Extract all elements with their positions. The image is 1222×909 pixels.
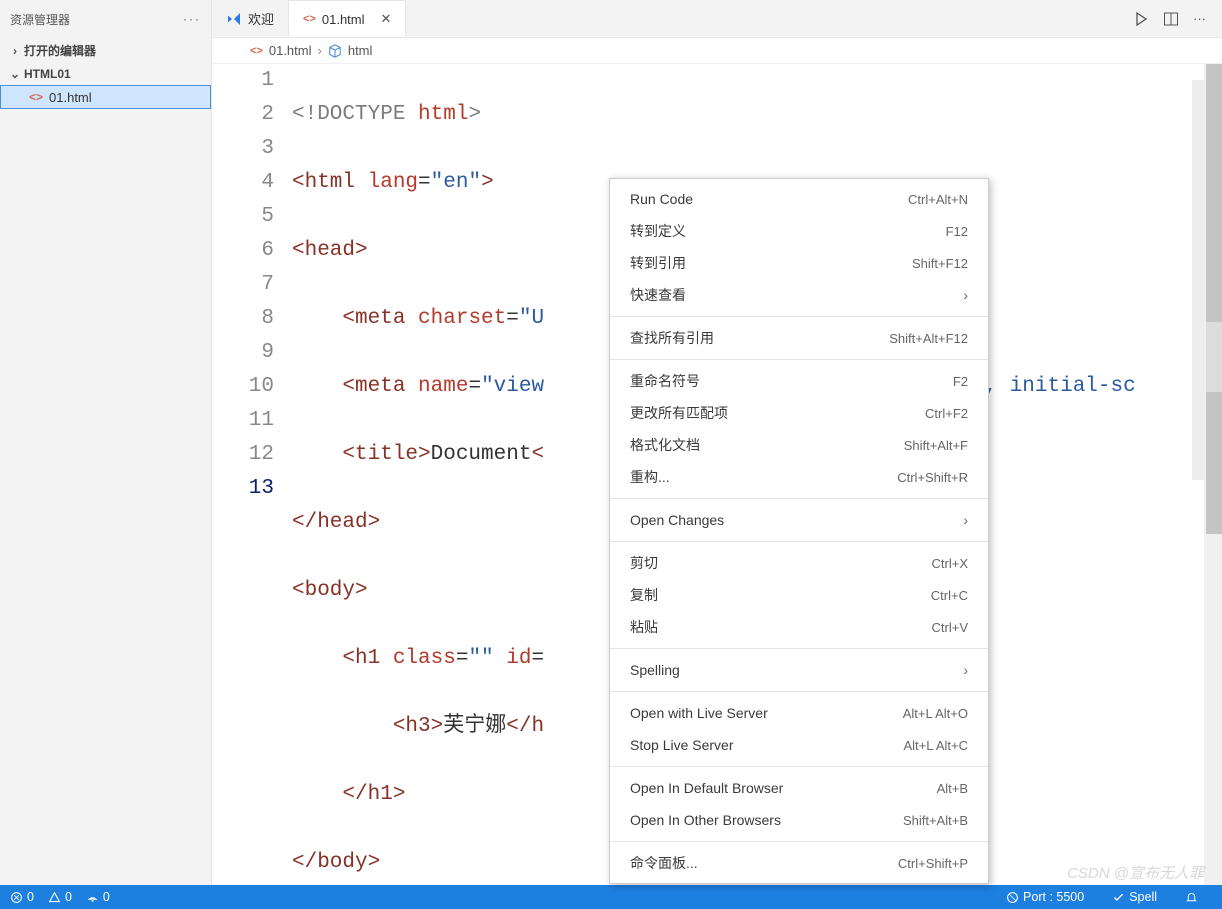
section-folder[interactable]: ⌄ HTML01	[0, 63, 211, 85]
vscode-icon	[226, 11, 242, 27]
cm-open-live-server[interactable]: Open with Live ServerAlt+L Alt+O	[610, 697, 988, 729]
folder-name-label: HTML01	[24, 67, 71, 81]
status-radio[interactable]: 0	[86, 890, 110, 904]
open-editors-label: 打开的编辑器	[24, 42, 96, 59]
explorer-title: 资源管理器	[10, 11, 70, 28]
status-bell-icon[interactable]	[1185, 890, 1198, 904]
watermark: CSDN @宣布无人罪	[1067, 862, 1204, 883]
tab-welcome[interactable]: 欢迎	[212, 0, 289, 37]
breadcrumb-file[interactable]: 01.html	[269, 43, 312, 58]
close-tab-button[interactable]: ✕	[381, 11, 392, 27]
chevron-down-icon: ⌄	[10, 67, 20, 81]
cm-rename-symbol[interactable]: 重命名符号F2	[610, 365, 988, 397]
cm-change-all[interactable]: 更改所有匹配项Ctrl+F2	[610, 397, 988, 429]
html-file-icon: <>	[250, 45, 263, 57]
explorer-header: 资源管理器 ···	[0, 0, 211, 38]
explorer-more-icon[interactable]: ···	[183, 12, 201, 26]
cm-spelling[interactable]: Spelling›	[610, 654, 988, 686]
file-item-01-html[interactable]: <> 01.html	[0, 85, 211, 109]
breadcrumb-separator: ›	[318, 43, 322, 58]
cm-find-all-refs[interactable]: 查找所有引用Shift+Alt+F12	[610, 322, 988, 354]
cm-copy[interactable]: 复制Ctrl+C	[610, 579, 988, 611]
more-actions-icon[interactable]: ···	[1193, 11, 1206, 26]
breadcrumb-symbol[interactable]: html	[348, 43, 373, 58]
cm-cut[interactable]: 剪切Ctrl+X	[610, 547, 988, 579]
breadcrumbs[interactable]: <> 01.html › html	[212, 38, 1222, 64]
scrollbar-thumb[interactable]	[1206, 64, 1222, 534]
status-port[interactable]: Port : 5500	[1006, 890, 1084, 904]
split-editor-icon[interactable]	[1163, 11, 1179, 27]
cm-paste[interactable]: 粘贴Ctrl+V	[610, 611, 988, 643]
context-menu: Run CodeCtrl+Alt+N 转到定义F12 转到引用Shift+F12…	[609, 178, 989, 884]
section-open-editors[interactable]: › 打开的编辑器	[0, 38, 211, 63]
cm-command-palette[interactable]: 命令面板...Ctrl+Shift+P	[610, 847, 988, 879]
cm-goto-definition[interactable]: 转到定义F12	[610, 215, 988, 247]
chevron-right-icon: ›	[963, 512, 968, 528]
file-name-label: 01.html	[49, 90, 92, 105]
scrollbar[interactable]	[1204, 64, 1222, 885]
run-icon[interactable]	[1133, 11, 1149, 27]
cm-format-document[interactable]: 格式化文档Shift+Alt+F	[610, 429, 988, 461]
cm-peek[interactable]: 快速查看›	[610, 279, 988, 311]
scrollbar-track-mark	[1206, 322, 1222, 392]
symbol-icon	[328, 44, 342, 58]
html-file-icon: <>	[29, 90, 43, 104]
line-numbers: 1 2 3 4 5 6 7 8 9 10 11 12 13	[212, 64, 292, 885]
minimap[interactable]	[1192, 80, 1204, 480]
html-file-icon: <>	[303, 13, 316, 25]
tab-01-html-label: 01.html	[322, 12, 365, 27]
cm-open-default-browser[interactable]: Open In Default BrowserAlt+B	[610, 772, 988, 804]
tab-welcome-label: 欢迎	[248, 9, 274, 28]
chevron-right-icon: ›	[963, 287, 968, 303]
chevron-right-icon: ›	[10, 44, 20, 58]
status-spell[interactable]: Spell	[1112, 890, 1157, 904]
cm-goto-reference[interactable]: 转到引用Shift+F12	[610, 247, 988, 279]
cm-open-changes[interactable]: Open Changes›	[610, 504, 988, 536]
tab-01-html[interactable]: <> 01.html ✕	[289, 0, 406, 37]
cm-stop-live-server[interactable]: Stop Live ServerAlt+L Alt+C	[610, 729, 988, 761]
status-warnings[interactable]: 0	[48, 890, 72, 904]
cm-run-code[interactable]: Run CodeCtrl+Alt+N	[610, 183, 988, 215]
sidebar: 资源管理器 ··· › 打开的编辑器 ⌄ HTML01 <> 01.html	[0, 0, 212, 885]
cm-open-other-browsers[interactable]: Open In Other BrowsersShift+Alt+B	[610, 804, 988, 836]
cm-refactor[interactable]: 重构...Ctrl+Shift+R	[610, 461, 988, 493]
status-bar: 0 0 0 Port : 5500 Spell	[0, 885, 1222, 909]
chevron-right-icon: ›	[963, 662, 968, 678]
status-errors[interactable]: 0	[10, 890, 34, 904]
tab-bar: 欢迎 <> 01.html ✕ ···	[212, 0, 1222, 38]
